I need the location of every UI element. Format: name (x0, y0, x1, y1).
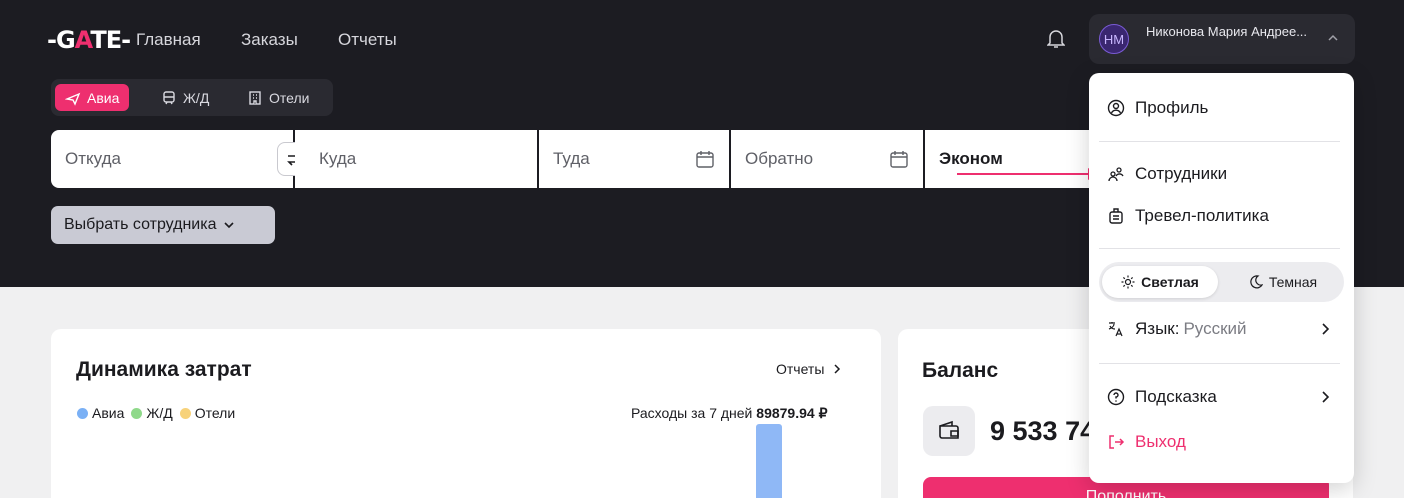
sun-icon (1121, 275, 1135, 289)
avatar: НМ (1099, 24, 1129, 54)
wallet-icon (923, 406, 975, 456)
card-title: Баланс (922, 359, 999, 382)
annotation-arrow (957, 173, 1091, 175)
user-menu-button[interactable]: НМ Никонова Мария Андрее... (1089, 14, 1355, 64)
theme-dark-option[interactable]: Темная (1227, 266, 1339, 298)
help-circle-icon (1107, 388, 1125, 406)
users-icon (1108, 167, 1124, 182)
plane-icon (65, 92, 81, 106)
gate-logo[interactable]: -GATE- (47, 26, 131, 54)
transport-mode-tabs: Авиа Ж/Д Отели (51, 79, 333, 116)
legend-item-avia: Авиа (77, 405, 124, 421)
luggage-icon (1109, 208, 1123, 224)
menu-item-employees[interactable]: Сотрудники (1089, 157, 1354, 191)
building-icon (249, 90, 261, 105)
moon-icon (1250, 275, 1263, 289)
tab-avia[interactable]: Авиа (55, 84, 130, 111)
logout-icon (1109, 435, 1125, 449)
bell-icon[interactable] (1047, 29, 1065, 49)
user-circle-icon (1107, 99, 1125, 117)
chart-bar (756, 424, 782, 498)
select-employee-button[interactable]: Выбрать сотрудника (51, 206, 275, 244)
divider (1099, 363, 1340, 364)
divider (1099, 141, 1340, 142)
user-name: Никонова Мария Андрее... (1146, 24, 1308, 39)
return-date-field[interactable]: Обратно (731, 130, 923, 188)
menu-item-profile[interactable]: Профиль (1089, 91, 1354, 125)
language-value: Русский (1183, 319, 1247, 338)
depart-date-field[interactable]: Туда (539, 130, 729, 188)
user-dropdown-menu: Профиль Сотрудники Тревел-политика Светл… (1089, 73, 1354, 483)
menu-item-language[interactable]: Язык: Русский (1089, 312, 1354, 346)
theme-light-option[interactable]: Светлая (1102, 266, 1218, 298)
chevron-right-icon (1322, 323, 1330, 335)
chevron-up-icon (1328, 34, 1338, 41)
menu-item-logout[interactable]: Выход (1089, 425, 1354, 459)
calendar-icon (696, 151, 714, 168)
train-icon (163, 90, 175, 104)
chevron-right-icon (834, 364, 841, 374)
divider (1099, 248, 1340, 249)
menu-item-travel-policy[interactable]: Тревел-политика (1089, 199, 1354, 233)
legend-item-hotels: Отели (179, 405, 235, 421)
chevron-right-icon (1322, 391, 1330, 403)
calendar-icon (890, 151, 908, 168)
nav-reports[interactable]: Отчеты (338, 30, 397, 50)
to-field[interactable]: Куда (295, 130, 537, 188)
tab-hotels[interactable]: Отели (237, 84, 319, 111)
tab-train[interactable]: Ж/Д (151, 84, 219, 111)
language-label: Язык: (1135, 319, 1180, 338)
chart-legend: Авиа Ж/Д Отели (77, 405, 235, 421)
card-title: Динамика затрат (76, 358, 252, 381)
translate-icon (1108, 322, 1123, 337)
menu-item-hint[interactable]: Подсказка (1089, 380, 1354, 414)
nav-home[interactable]: Главная (136, 30, 201, 50)
from-field[interactable]: Откуда (51, 130, 293, 188)
nav-orders[interactable]: Заказы (241, 30, 298, 50)
reports-link[interactable]: Отчеты (776, 361, 842, 377)
legend-item-train: Ж/Д (131, 405, 173, 421)
cost-dynamics-card: Динамика затрат Отчеты Авиа Ж/Д Отели Ра… (51, 329, 881, 498)
chevron-down-icon (223, 222, 234, 229)
balance-amount: 9 533 74 (990, 416, 1096, 446)
theme-toggle: Светлая Темная (1099, 262, 1344, 302)
spend-summary: Расходы за 7 дней 89879.94 ₽ (631, 405, 828, 421)
